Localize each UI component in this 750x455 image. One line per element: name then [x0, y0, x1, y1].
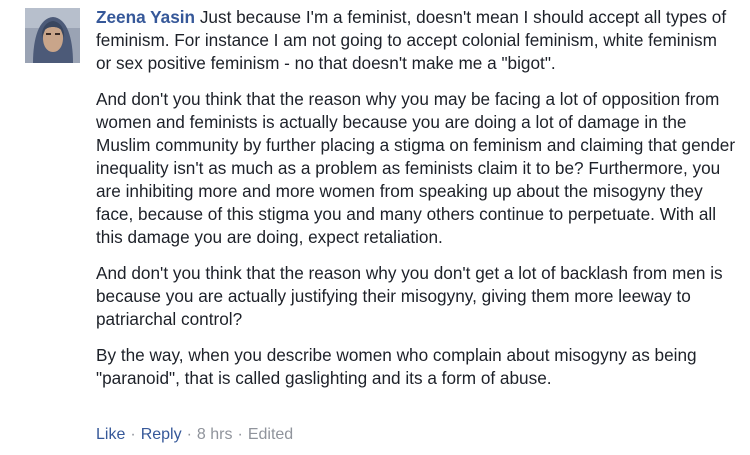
comment-body: Zeena Yasin Just because I'm a feminist,…: [96, 6, 736, 403]
comment-actions: Like · Reply · 8 hrs · Edited: [96, 425, 293, 445]
edited-label[interactable]: Edited: [248, 426, 293, 443]
separator: ·: [130, 426, 136, 443]
avatar-image: [25, 8, 80, 63]
comment-paragraph: By the way, when you describe women who …: [96, 345, 697, 388]
timestamp[interactable]: 8 hrs: [197, 426, 233, 443]
separator: ·: [237, 426, 243, 443]
separator: ·: [186, 426, 192, 443]
author-name[interactable]: Zeena Yasin: [96, 7, 195, 27]
like-link[interactable]: Like: [96, 426, 125, 443]
reply-link[interactable]: Reply: [141, 426, 182, 443]
comment-paragraph: And don't you think that the reason why …: [96, 263, 723, 329]
comment-paragraph: Zeena Yasin Just because I'm a feminist,…: [96, 6, 736, 75]
comment-paragraph: And don't you think that the reason why …: [96, 89, 736, 247]
avatar[interactable]: [25, 8, 80, 63]
comment: Zeena Yasin Just because I'm a feminist,…: [0, 0, 750, 455]
